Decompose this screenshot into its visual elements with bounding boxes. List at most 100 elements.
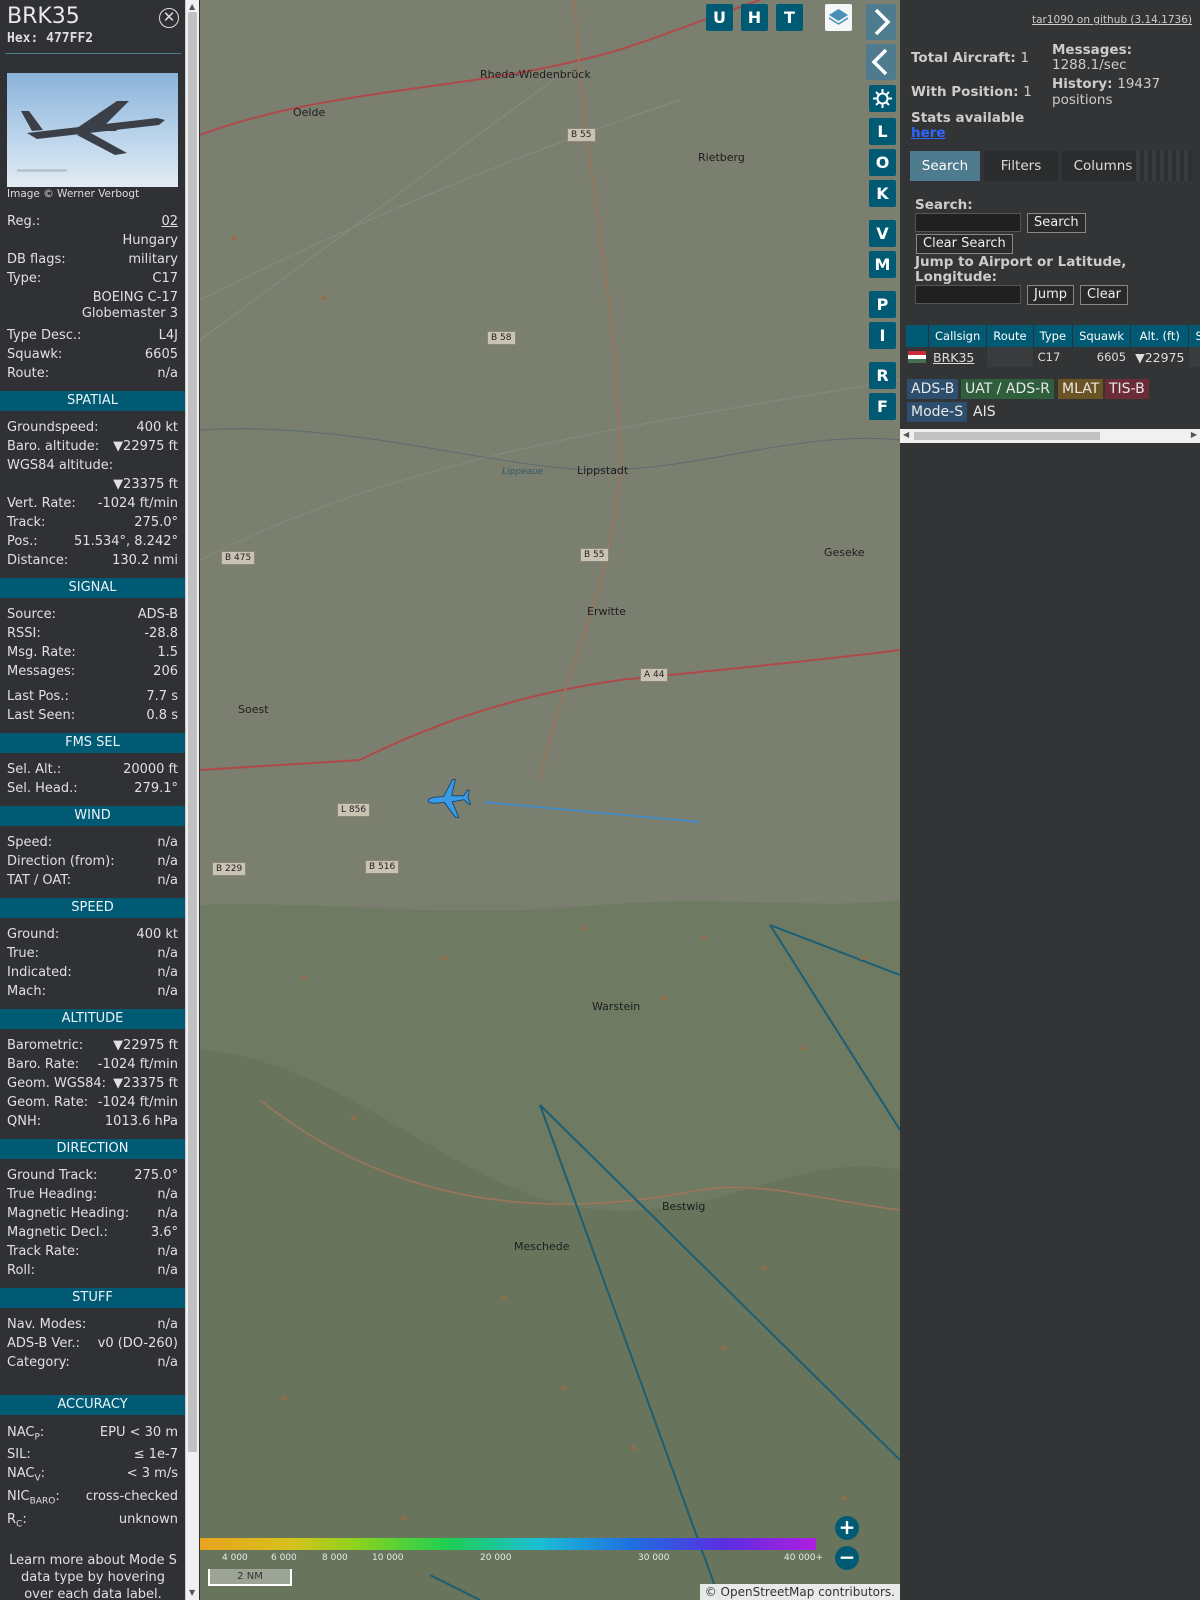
mag-heading-row: Magnetic Heading: n/a: [7, 1206, 178, 1221]
row-altitude: ▼22975: [1130, 347, 1190, 367]
clear-search-button[interactable]: Clear Search: [916, 234, 1013, 254]
altitude-scale-tick: 20 000: [480, 1553, 512, 1563]
wgs-alt-row: WGS84 altitude:: [7, 458, 114, 473]
footer-note: Learn more about Mode S data type by hov…: [9, 1553, 177, 1600]
table-row[interactable]: BRK35 C17 6605 ▼22975: [906, 347, 1200, 367]
distance-row: Distance: 130.2 nmi: [7, 553, 178, 568]
map-place-label: Oelde: [293, 106, 326, 119]
map-button-i[interactable]: I: [869, 322, 896, 349]
map-button-p[interactable]: P: [869, 291, 896, 318]
total-aircraft: Total Aircraft: 1: [911, 50, 1030, 66]
position-row: Pos.: 51.534°, 8.242°: [7, 534, 178, 549]
map-road-label: B 58: [487, 331, 516, 345]
scrollbar-thumb[interactable]: [188, 12, 197, 1452]
layers-icon[interactable]: [825, 4, 852, 31]
tab-columns[interactable]: Columns: [1062, 151, 1144, 181]
close-icon[interactable]: ✕: [159, 8, 179, 28]
column-squawk[interactable]: Squawk: [1072, 325, 1132, 347]
scroll-left-icon[interactable]: ◀: [903, 430, 909, 439]
map-button-l[interactable]: L: [869, 118, 896, 145]
hscroll-thumb[interactable]: [914, 432, 1100, 440]
jump-button[interactable]: Jump: [1027, 285, 1074, 305]
header-divider: [5, 53, 181, 54]
barometric-row: Barometric: ▼22975 ft: [7, 1038, 178, 1053]
nacv-row: NACV: < 3 m/s: [7, 1466, 178, 1484]
map-button-m[interactable]: M: [869, 251, 896, 278]
aircraft-icon[interactable]: [426, 776, 472, 822]
map-button-r[interactable]: R: [869, 362, 896, 389]
jump-input[interactable]: [915, 285, 1021, 304]
map-button-t[interactable]: T: [776, 4, 803, 31]
with-position: With Position: 1: [911, 84, 1032, 100]
track-row: Track: 275.0°: [7, 515, 178, 530]
altitude-scale-tick: 6 000: [271, 1553, 297, 1563]
wind-dir-row: Direction (from): n/a: [7, 854, 178, 869]
clear-button[interactable]: Clear: [1080, 285, 1128, 305]
row-type: C17: [1033, 347, 1074, 367]
speed-true-row: True: n/a: [7, 946, 178, 961]
map-button-u[interactable]: U: [706, 4, 733, 31]
column-flag[interactable]: [906, 325, 929, 347]
legend-tisb: TIS-B: [1105, 379, 1149, 399]
aircraft-table: Callsign Route Type Squawk Alt. (ft) Spd…: [906, 325, 1200, 367]
tab-extra[interactable]: [1136, 151, 1192, 181]
sel-head-row: Sel. Head.: 279.1°: [7, 781, 178, 796]
speed-indicated-row: Indicated: n/a: [7, 965, 178, 980]
column-callsign[interactable]: Callsign: [928, 325, 988, 347]
qnh-row: QNH: 1013.6 hPa: [7, 1114, 178, 1129]
map-canvas[interactable]: Rheda-Wiedenbrück Oelde Rietberg Lippstadt G…: [200, 0, 900, 1600]
chevron-right-icon[interactable]: [866, 4, 896, 40]
stats-link[interactable]: here: [911, 125, 946, 141]
scroll-down-icon[interactable]: ▼: [189, 1588, 195, 1597]
scroll-up-icon[interactable]: ▲: [189, 2, 195, 11]
map-button-h[interactable]: H: [741, 4, 768, 31]
sidebar-scrollbar[interactable]: ▲ ▼: [185, 0, 199, 1600]
zoom-out-icon[interactable]: −: [835, 1546, 859, 1570]
tab-filters[interactable]: Filters: [984, 151, 1058, 181]
section-wind: WIND: [0, 806, 185, 826]
mach-row: Mach: n/a: [7, 984, 178, 999]
speed-ground-row: Ground: 400 kt: [7, 927, 178, 942]
column-speed[interactable]: Spd: [1188, 325, 1200, 347]
messages-stat: Messages:: [1052, 42, 1133, 58]
chevron-left-icon[interactable]: [866, 44, 896, 80]
track-rate-row: Track Rate: n/a: [7, 1244, 178, 1259]
search-label: Search:: [915, 197, 973, 213]
scroll-right-icon[interactable]: ▶: [1191, 430, 1197, 439]
gear-icon[interactable]: [869, 85, 896, 112]
last-pos-row: Last Pos.: 7.7 s: [7, 689, 178, 704]
section-fms: FMS SEL: [0, 733, 185, 753]
map-place-label: Erwitte: [587, 605, 626, 618]
vert-rate-row: Vert. Rate: -1024 ft/min: [7, 496, 178, 511]
table-horizontal-scrollbar[interactable]: ◀ ▶: [900, 429, 1200, 443]
reg-link[interactable]: 02: [161, 214, 178, 230]
tab-search[interactable]: Search: [910, 151, 980, 181]
map-button-v[interactable]: V: [869, 220, 896, 247]
row-callsign[interactable]: BRK35: [928, 347, 988, 367]
altitude-scale-tick: 10 000: [372, 1553, 404, 1563]
geom-wgs-row: Geom. WGS84: ▼23375 ft: [7, 1076, 178, 1091]
map-place-label: Rheda-Wiedenbrück: [480, 68, 591, 81]
map-button-f[interactable]: F: [869, 393, 896, 420]
msg-rate-row: Msg. Rate: 1.5: [7, 645, 178, 660]
search-input[interactable]: [915, 213, 1021, 232]
map-button-o[interactable]: O: [869, 149, 896, 176]
altitude-color-scale: [200, 1538, 816, 1550]
github-link[interactable]: tar1090 on github (3.14.1736): [1032, 14, 1192, 26]
section-altitude: ALTITUDE: [0, 1009, 185, 1029]
search-button[interactable]: Search: [1027, 213, 1086, 233]
column-type[interactable]: Type: [1033, 325, 1074, 347]
history-stat: History: 19437 positions: [1052, 76, 1161, 108]
column-route[interactable]: Route: [986, 325, 1034, 347]
last-seen-row: Last Seen: 0.8 s: [7, 708, 178, 723]
zoom-in-icon[interactable]: +: [835, 1516, 859, 1540]
altitude-scale-tick: 8 000: [322, 1553, 348, 1563]
column-altitude[interactable]: Alt. (ft): [1130, 325, 1190, 347]
map-button-k[interactable]: K: [869, 180, 896, 207]
legend-mlat: MLAT: [1058, 379, 1104, 399]
map-place-label: Soest: [238, 703, 269, 716]
nacp-row: NACP: EPU < 30 m: [7, 1425, 178, 1443]
row-speed: [1188, 347, 1200, 367]
section-spatial: SPATIAL: [0, 391, 185, 411]
ground-track-row: Ground Track: 275.0°: [7, 1168, 178, 1183]
